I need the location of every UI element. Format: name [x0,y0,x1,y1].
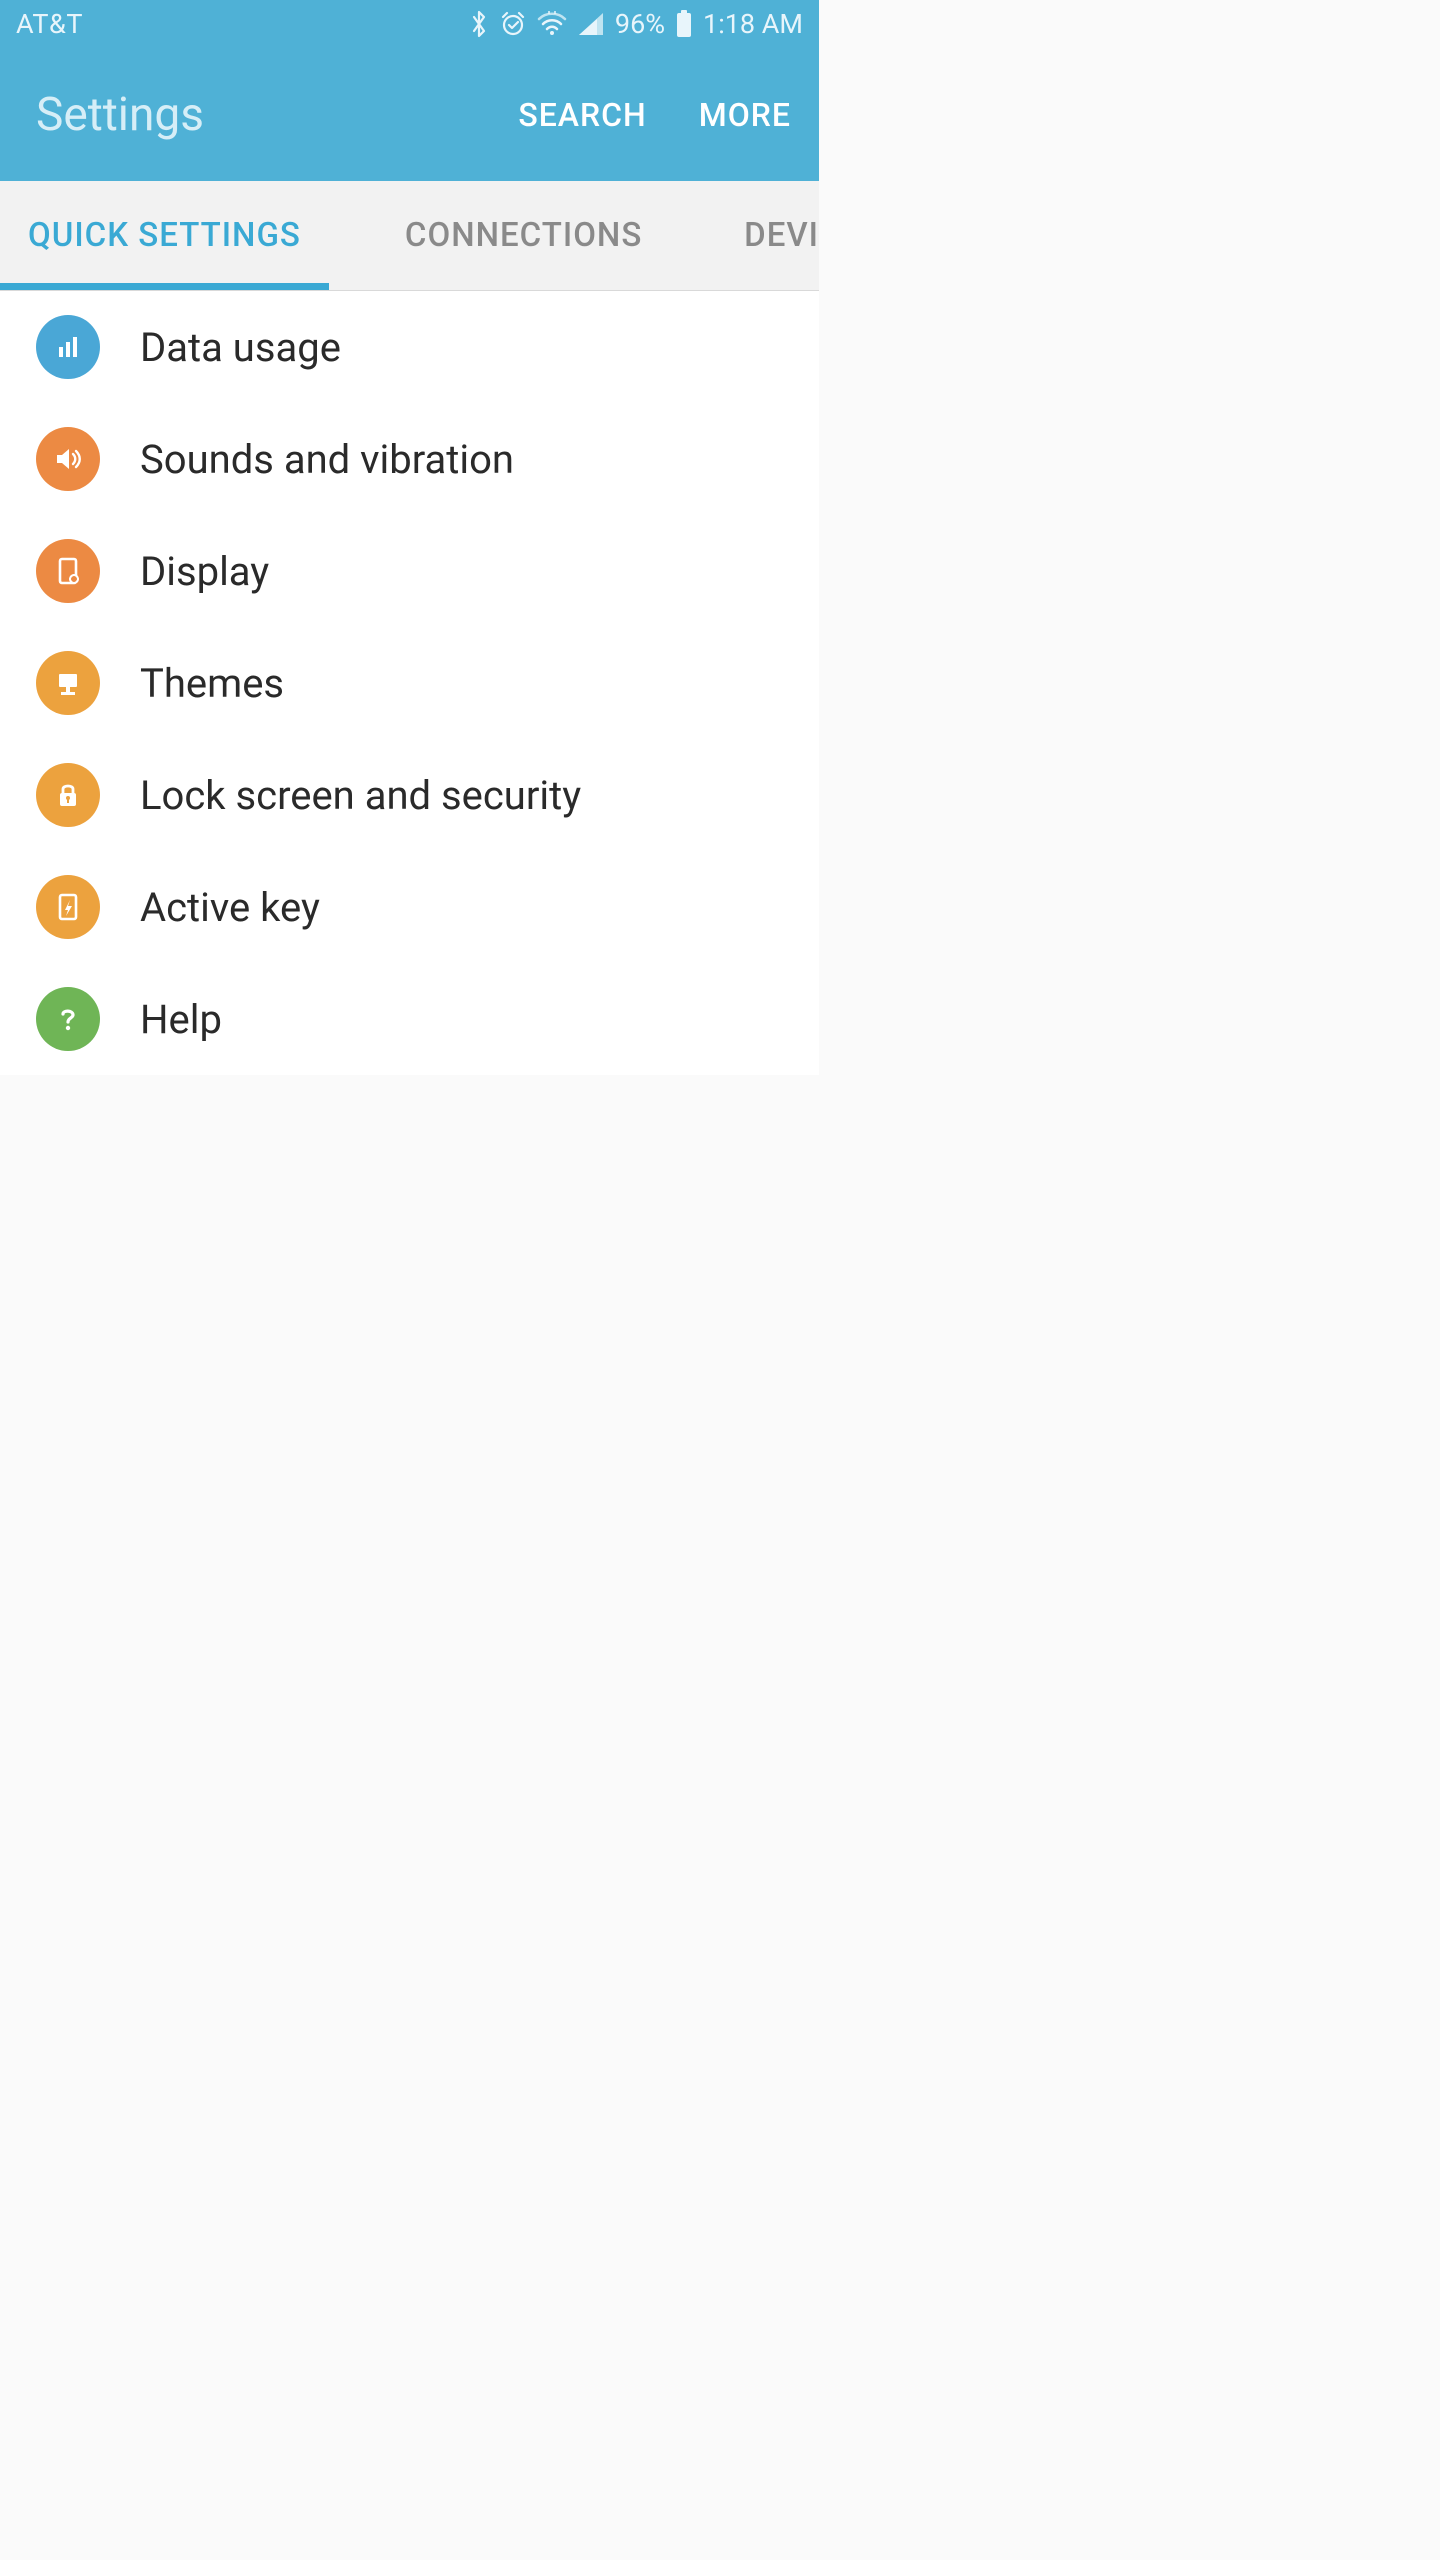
status-icons: 96% 1:18 AM [469,8,803,40]
list-item-help[interactable]: Help [0,963,819,1075]
list-item-label: Active key [140,884,320,931]
alarm-icon [499,10,527,38]
list-item-lock-screen-security[interactable]: Lock screen and security [0,739,819,851]
list-item-label: Help [140,996,222,1043]
app-bar: Settings SEARCH MORE [0,48,819,181]
list-item-label: Sounds and vibration [140,436,514,483]
list-item-active-key[interactable]: Active key [0,851,819,963]
app-bar-actions: SEARCH MORE [518,96,791,134]
wifi-icon [537,11,567,37]
tab-device[interactable]: DEVI [716,181,819,290]
settings-list: Data usage Sounds and vibration Display … [0,291,819,1075]
display-icon [36,539,100,603]
list-item-label: Lock screen and security [140,772,581,819]
data-usage-icon [36,315,100,379]
lock-icon [36,763,100,827]
themes-icon [36,651,100,715]
page-title: Settings [36,88,204,142]
list-item-display[interactable]: Display [0,515,819,627]
help-icon [36,987,100,1051]
battery-percent-label: 96% [615,8,665,40]
list-item-label: Themes [140,660,284,707]
list-item-sounds-vibration[interactable]: Sounds and vibration [0,403,819,515]
list-item-themes[interactable]: Themes [0,627,819,739]
list-item-data-usage[interactable]: Data usage [0,291,819,403]
list-item-label: Display [140,548,269,595]
more-button[interactable]: MORE [699,96,791,134]
status-bar: AT&T 96% 1:18 AM [0,0,819,48]
tab-bar: QUICK SETTINGS CONNECTIONS DEVI [0,181,819,291]
list-item-label: Data usage [140,324,341,371]
search-button[interactable]: SEARCH [518,96,646,134]
bluetooth-icon [469,9,489,39]
tab-quick-settings[interactable]: QUICK SETTINGS [0,181,329,290]
speaker-icon [36,427,100,491]
active-key-icon [36,875,100,939]
battery-icon [675,10,693,38]
tab-connections[interactable]: CONNECTIONS [377,181,670,290]
carrier-label: AT&T [16,8,83,40]
signal-icon [577,11,605,37]
clock-label: 1:18 AM [703,8,803,40]
